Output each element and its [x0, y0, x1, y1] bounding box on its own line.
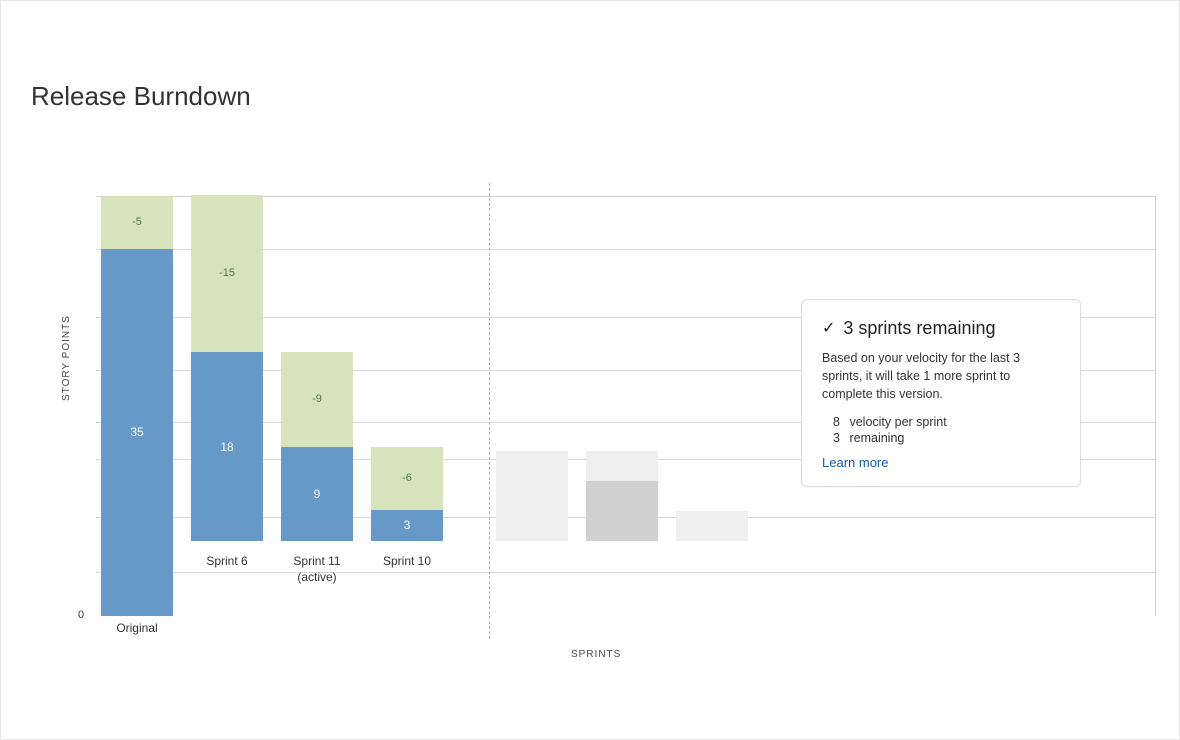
bar-segment-remaining: 18 — [191, 352, 263, 541]
page-title: Release Burndown — [31, 81, 251, 112]
check-icon: ✓ — [822, 321, 835, 337]
bar-caption-origin: Original — [96, 621, 178, 635]
forecast-segment — [586, 451, 658, 481]
panel-stat-row: 3 remaining — [822, 431, 1062, 445]
forecast-panel: ✓ 3 sprints remaining Based on your velo… — [801, 299, 1081, 487]
learn-more-link[interactable]: Learn more — [822, 455, 1062, 470]
panel-headline: ✓ 3 sprints remaining — [822, 318, 1062, 339]
forecast-segment — [676, 511, 748, 541]
x-axis-label: SPRINTS — [571, 649, 621, 660]
forecast-segment — [496, 451, 568, 541]
forecast-segment — [586, 481, 658, 541]
bar-segment-remaining: 3 — [371, 510, 443, 542]
app-frame: Release Burndown STORY POINTS 0 SPRINTS … — [0, 0, 1180, 740]
y-axis-zero: 0 — [78, 609, 84, 621]
bar-caption: Sprint 6 — [206, 554, 247, 570]
panel-body: Based on your velocity for the last 3 sp… — [822, 349, 1062, 403]
panel-headline-text: 3 sprints remaining — [843, 318, 995, 339]
panel-stats: 8 velocity per sprint 3 remaining — [822, 415, 1062, 445]
bar-segment-remaining: 35 — [101, 249, 173, 617]
panel-stat-row: 8 velocity per sprint — [822, 415, 1062, 429]
bar-caption: Sprint 10 — [383, 554, 431, 570]
bar-caption: Sprint 11(active) — [293, 554, 340, 585]
bar-segment-completed: -15 — [191, 195, 263, 353]
y-axis-label: STORY POINTS — [61, 315, 72, 401]
bar-segment-completed: -9 — [281, 352, 353, 447]
bar-segment-completed: -6 — [371, 447, 443, 510]
bar-segment-completed: -5 — [101, 196, 173, 249]
bar-segment-remaining: 9 — [281, 447, 353, 542]
